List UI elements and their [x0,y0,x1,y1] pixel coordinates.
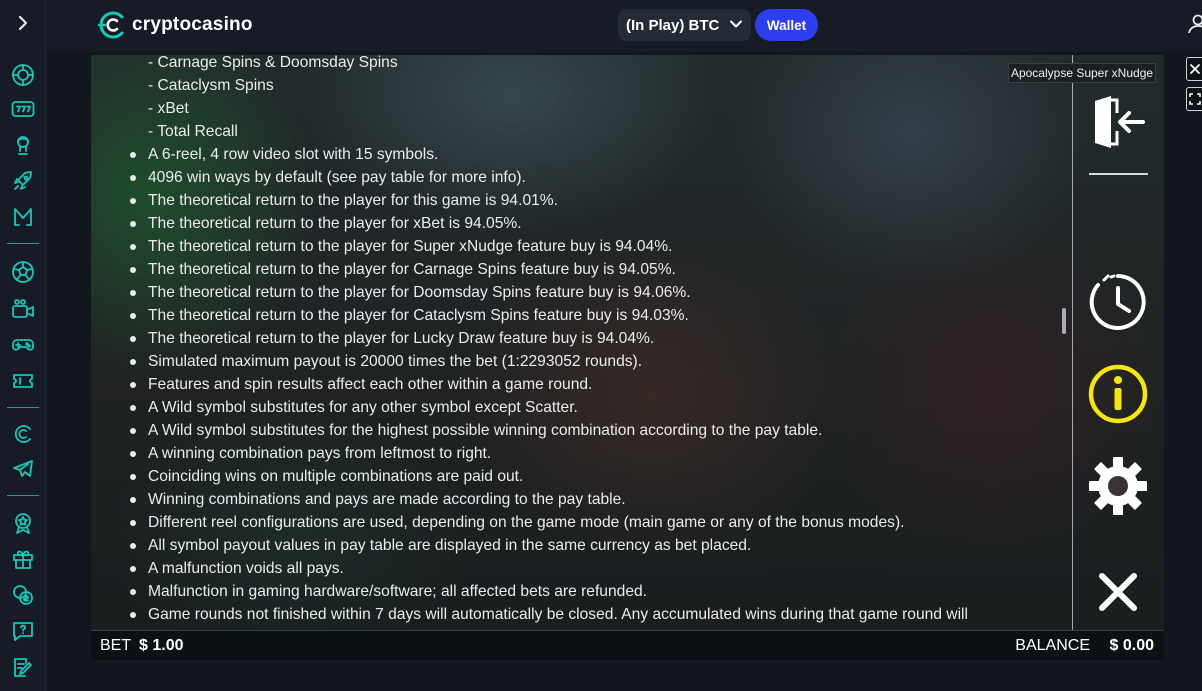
sidebar-divider [7,407,39,408]
rules-scrollbar[interactable] [1062,308,1066,334]
gamepad-icon[interactable] [9,331,37,359]
rules-bullet: The theoretical return to the player for… [130,258,676,281]
page-footer-area [46,660,1202,691]
exit-door-icon [1095,96,1145,148]
rules-sub-item: - xBet [148,100,189,117]
left-sidebar [0,0,46,691]
rules-bullet: Winning combinations and pays are made a… [130,488,626,511]
close-rules-button[interactable] [1081,555,1155,629]
originals-m-icon[interactable] [9,203,37,231]
controls-separator [1089,173,1148,175]
live-dealer-icon[interactable] [9,131,37,159]
rules-bullet: The theoretical return to the player for… [130,189,558,212]
rules-bullet: A Wild symbol substitutes for the highes… [129,419,822,442]
rules-bullet: The theoretical return to the player for… [130,304,689,327]
rules-bullet: The theoretical return to the player for… [130,212,522,235]
vip-badge-icon[interactable] [9,509,37,537]
controls-divider [1072,55,1073,630]
info-icon [1088,364,1148,424]
rules-bullet: Malfunction in gaming hardware/software;… [130,580,647,603]
cryptocasino-logo[interactable]: cryptocasino [95,8,253,42]
history-button[interactable] [1081,265,1155,339]
info-button[interactable] [1081,357,1155,431]
logo-mark-icon [97,11,124,39]
rules-bullet: The theoretical return to the player for… [129,235,672,258]
expand-sidebar-chevron-icon[interactable] [13,12,33,34]
support-chat-icon[interactable] [9,617,37,645]
settings-button[interactable] [1081,449,1155,523]
history-clock-icon [1089,274,1146,330]
game-rules-panel[interactable]: - Carnage Spins & Doomsday Spins - Catac… [91,55,1071,630]
rules-sub-item: - Total Recall [148,123,238,140]
balance-label: BALANCE [1015,637,1090,654]
exit-button[interactable] [1081,85,1155,159]
sidebar-divider [7,243,39,244]
fullscreen-icon [1188,93,1201,105]
close-game-button[interactable] [1186,57,1202,81]
rules-bullet: Different reel configurations are used, … [129,511,904,534]
rules-bullet: A winning combination pays from leftmost… [129,442,491,465]
sidebar-divider [7,495,39,496]
rules-bullet: Features and spin results affect each ot… [129,373,592,396]
chevron-down-icon [730,20,742,28]
rules-bullet: A 6-reel, 4 row video slot with 15 symbo… [129,143,438,166]
telegram-icon[interactable] [9,455,37,483]
bet-value: $ 1.00 [139,637,184,654]
rules-bullet: Game rounds not finished within 7 days w… [130,603,968,626]
rules-bullet: A Wild symbol substitutes for any other … [130,396,578,419]
edit-note-icon[interactable] [9,653,37,681]
brand-name: cryptocasino [132,14,253,35]
slots-777-icon[interactable] [9,95,37,123]
close-icon [1189,64,1200,74]
rules-bullet: The theoretical return to the player for… [130,281,691,304]
gift-icon[interactable] [9,545,37,573]
casino-chip-icon[interactable] [9,61,37,89]
gear-icon [1089,457,1147,515]
rules-bullet: Simulated maximum payout is 20000 times … [129,350,642,373]
rules-bullet: The theoretical return to the player for… [129,327,654,350]
live-stream-icon[interactable] [9,295,37,323]
bet-balance-bar: BET $ 1.00 BALANCE $ 0.00 [91,630,1164,660]
rules-bullet: 4096 win ways by default (see pay table … [130,166,526,189]
game-title-tooltip: Apocalypse Super xNudge [1008,63,1156,83]
bonus-coin-icon[interactable] [9,581,37,609]
rules-bullet: Coinciding wins on multiple combinations… [129,465,523,488]
fullscreen-button[interactable] [1186,87,1202,111]
rules-bullet: All symbol payout values in pay table ar… [129,534,751,557]
user-profile-icon[interactable] [1188,14,1202,36]
cryptocasino-logo-icon[interactable] [9,420,37,448]
rules-bullet: A malfunction voids all pays. [130,557,344,580]
currency-selector[interactable]: (In Play) BTC [618,9,751,41]
close-icon [1099,573,1137,611]
wallet-button[interactable]: Wallet [755,9,818,41]
sports-ball-icon[interactable] [9,258,37,286]
bet-label: BET [100,637,132,654]
top-header: cryptocasino (In Play) BTC Wallet [46,0,1202,52]
rules-sub-item: - Carnage Spins & Doomsday Spins [148,55,398,71]
rules-sub-item: - Cataclysm Spins [148,77,274,94]
currency-selector-label: (In Play) BTC [626,16,720,34]
game-frame: - Carnage Spins & Doomsday Spins - Catac… [91,55,1164,660]
balance-value: $ 0.00 [1109,637,1154,654]
ticket-icon[interactable] [9,367,37,395]
rocket-icon[interactable] [9,167,37,195]
